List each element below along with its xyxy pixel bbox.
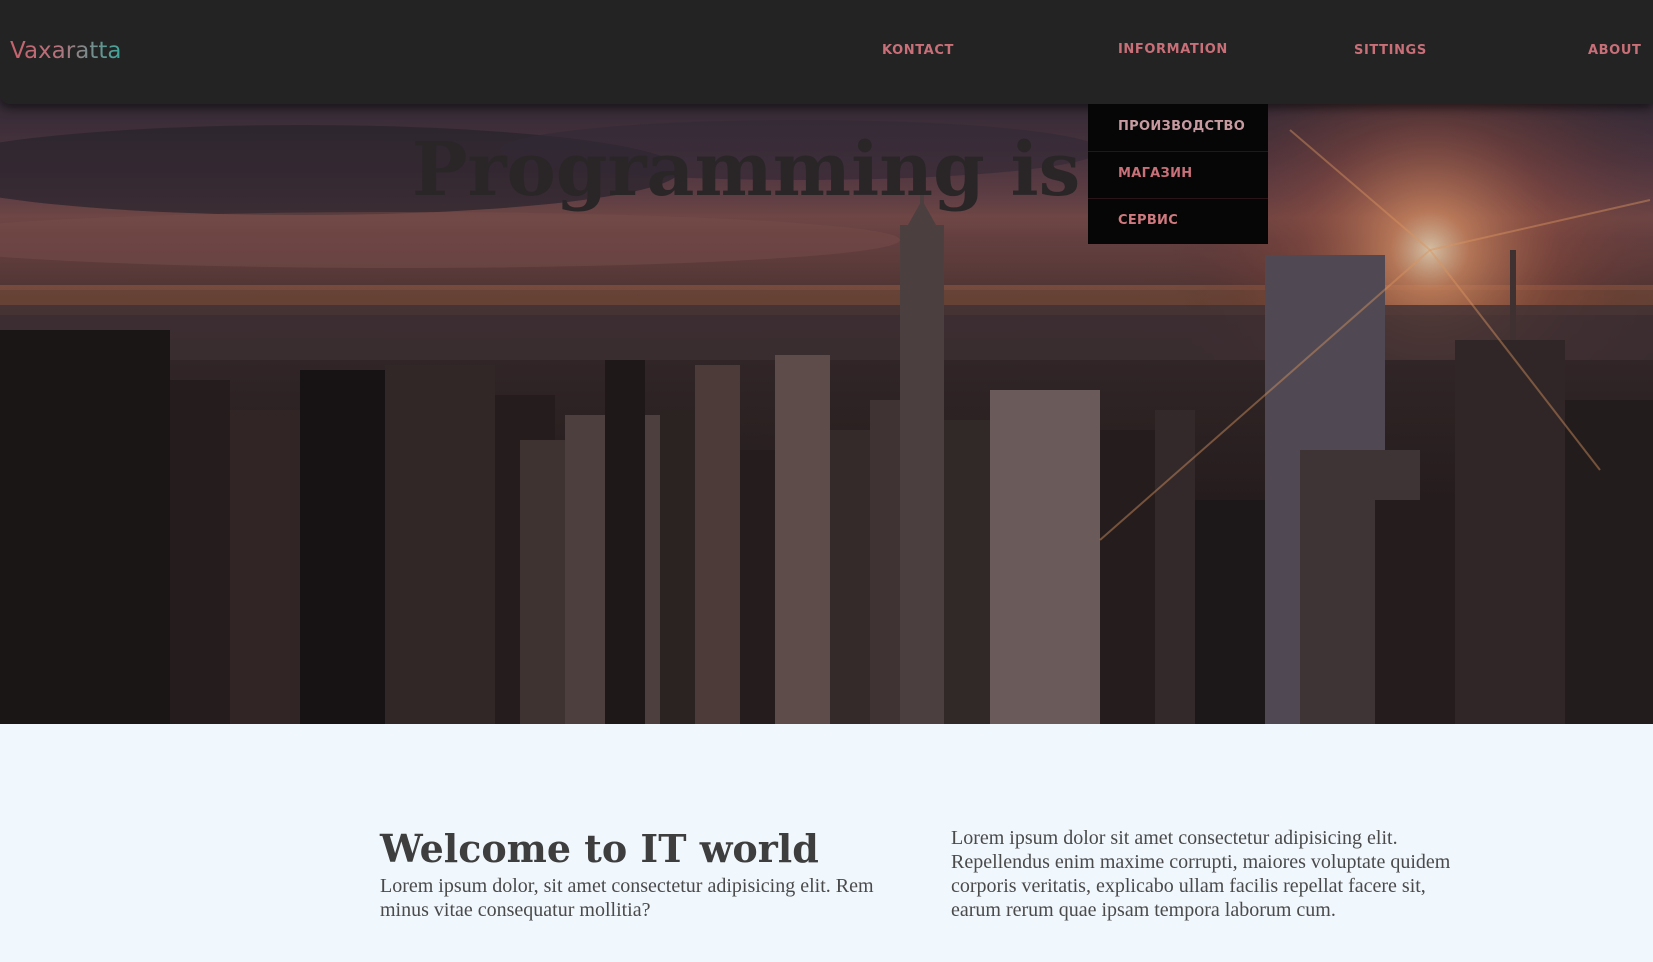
dropdown-divider	[1088, 151, 1268, 152]
content-section: Welcome to IT world Lorem ipsum dolor, s…	[0, 724, 1653, 962]
dropdown-item-service[interactable]: СЕРВИС	[1118, 212, 1178, 230]
dropdown-item-shop[interactable]: МАГАЗИН	[1118, 165, 1192, 183]
city-skyline-image	[0, 0, 1653, 724]
nav-link-information[interactable]: INFORMATION	[1118, 41, 1228, 59]
welcome-paragraph: Lorem ipsum dolor, sit amet consectetur …	[380, 875, 874, 921]
brand-logo[interactable]: Vaxaratta	[10, 36, 121, 66]
navbar: Vaxaratta KONTACT INFORMATION SITTINGS A…	[0, 0, 1653, 104]
nav-link-about[interactable]: ABOUT	[1588, 42, 1641, 60]
nav-link-sittings[interactable]: SITTINGS	[1354, 42, 1427, 60]
hero-title: Programming is life	[411, 127, 1242, 213]
hero-section: Programming is life	[0, 0, 1653, 724]
side-paragraph: Lorem ipsum dolor sit amet consectetur a…	[951, 827, 1451, 921]
welcome-heading: Welcome to IT world	[380, 826, 819, 871]
information-dropdown-menu: ПРОИЗВОДСТВО МАГАЗИН СЕРВИС	[1088, 104, 1268, 244]
nav-link-kontact[interactable]: KONTACT	[882, 42, 954, 60]
dropdown-divider	[1088, 198, 1268, 199]
dropdown-item-production[interactable]: ПРОИЗВОДСТВО	[1118, 118, 1245, 136]
